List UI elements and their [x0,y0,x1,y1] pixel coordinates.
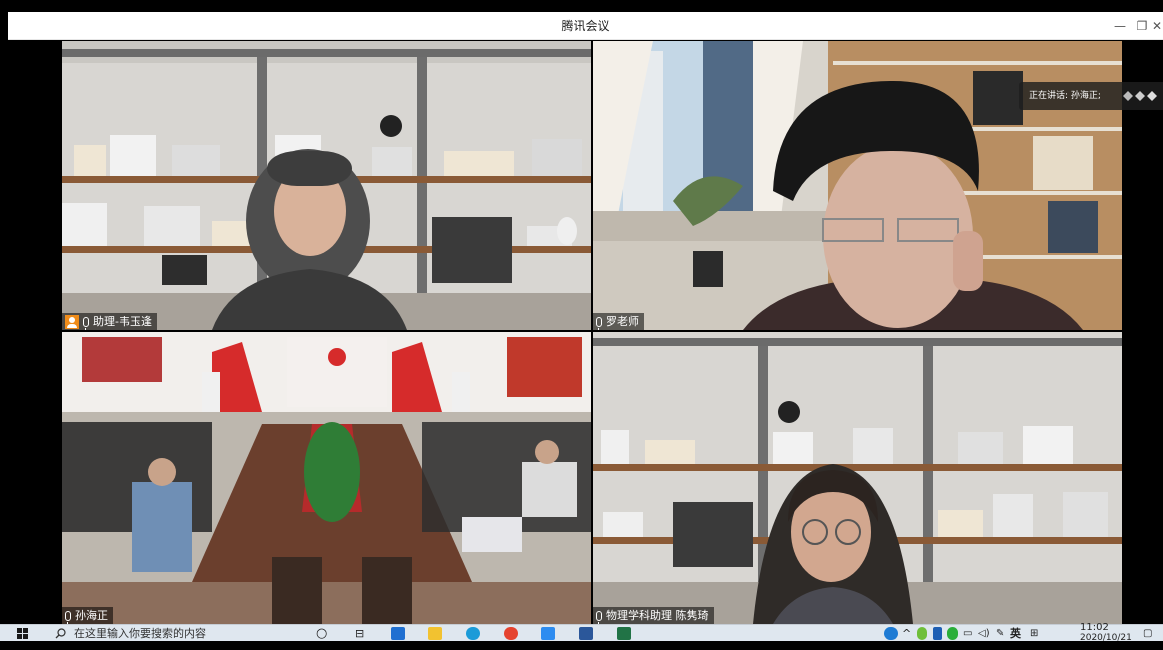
wechat-icon[interactable] [947,627,958,640]
participant-name: 物理学科助理 陈隽琦 [606,609,709,622]
microphone-icon [596,316,602,330]
cortana-icon[interactable]: ○ [316,625,327,642]
title-bar: 腾讯会议 — ❐ ✕ [8,12,1163,40]
microphone-icon [83,316,89,330]
video-feed [62,332,591,624]
participant-name-label: 助理-韦玉逢 [62,313,157,330]
assistant-badge-icon [65,314,79,329]
windows-start-icon[interactable] [17,628,28,639]
participant-name: 孙海正 [75,609,108,622]
search-icon [55,628,66,639]
input-method-label[interactable]: 英 [1010,625,1021,642]
taskbar: 在这里输入你要搜索的内容 ○ ⊟ ^ ▭ ◁) ✎ 英 ⊞ 11:02 2020… [0,622,1163,643]
network-icon[interactable]: ▭ [963,625,972,642]
close-button[interactable]: ✕ [1151,12,1163,40]
chevron-up-icon[interactable]: ^ [902,625,911,642]
word-app-icon[interactable] [579,627,593,640]
file-explorer-icon[interactable] [428,627,442,640]
microphone-icon [65,610,71,624]
video-feed [62,41,591,330]
excel-app-icon[interactable] [617,627,631,640]
participant-name-label: 孙海正 [62,607,113,624]
audio-level-icon [1123,91,1157,101]
video-feed [593,332,1122,624]
participant-name: 助理-韦玉逢 [93,315,152,328]
keyboard-icon[interactable]: ⊞ [1030,625,1038,642]
window-title: 腾讯会议 [561,19,610,33]
microphone-icon [596,610,602,624]
video-tile-chen[interactable]: 物理学科助理 陈隽琦 [593,332,1122,624]
edge-browser-icon[interactable] [466,627,480,640]
notification-icon[interactable]: ▢ [1143,625,1152,642]
mail-app-icon[interactable] [391,627,405,640]
pen-icon[interactable]: ✎ [996,625,1004,642]
chrome-browser-icon[interactable] [504,627,518,640]
participant-name: 罗老师 [606,315,639,328]
help-icon[interactable] [884,627,898,640]
tencent-meeting-icon[interactable] [541,627,555,640]
tray-app-icon[interactable] [917,627,927,640]
video-tile-sun[interactable]: 孙海正 [62,332,591,624]
speaking-indicator: 正在讲话: 孙海正; [1019,82,1163,110]
participant-name-label: 罗老师 [593,313,644,330]
volume-icon[interactable]: ◁) [978,625,990,642]
taskbar-search-input[interactable]: 在这里输入你要搜索的内容 [74,625,294,642]
task-view-icon[interactable]: ⊟ [355,625,364,642]
participant-name-label: 物理学科助理 陈隽琦 [593,607,714,624]
video-tile-assistant[interactable]: 助理-韦玉逢 [62,41,591,330]
minimize-button[interactable]: — [1108,12,1132,40]
tray-app-icon[interactable] [933,627,942,640]
clock-date[interactable]: 2020/10/21 [1080,633,1132,650]
speaking-text: 正在讲话: 孙海正; [1029,91,1101,101]
meeting-window: 腾讯会议 — ❐ ✕ 助理-韦玉逢 罗老师 孙海正 物理学科助理 陈隽琦 正在讲… [8,12,1163,624]
